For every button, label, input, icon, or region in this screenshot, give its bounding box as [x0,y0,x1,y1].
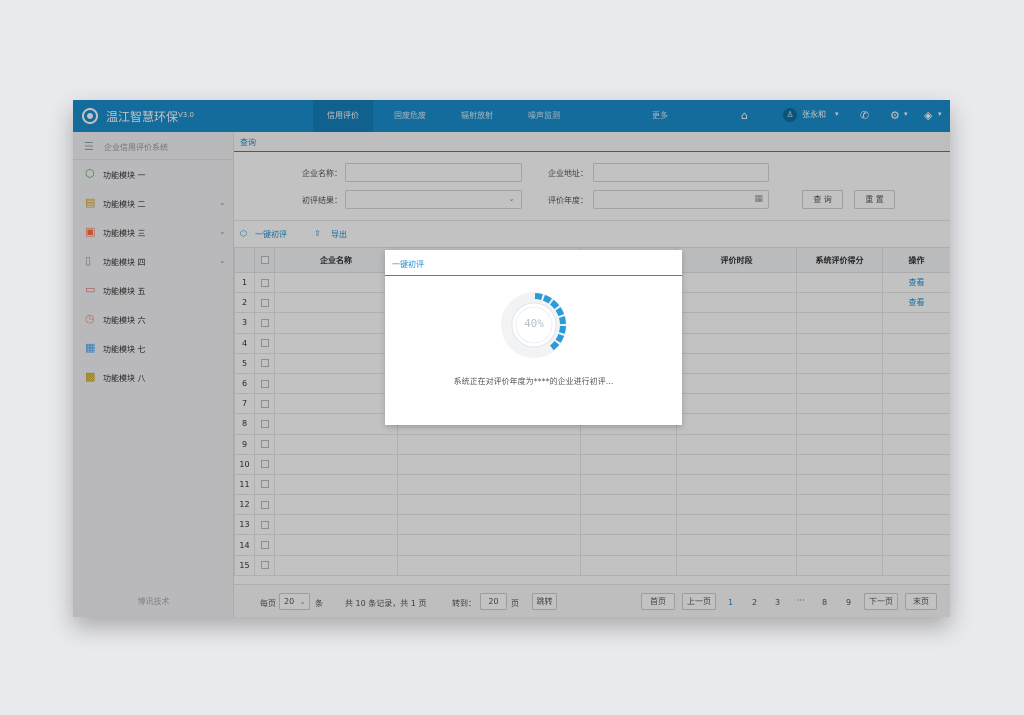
progress-message: 系统正在对评价年度为****的企业进行初评... [453,377,614,386]
progress-percent: 40% [524,317,544,330]
dialog-header: 一键初评 [385,250,682,276]
app-window: 温江智慧环保 V3.0 信用评价 固废危废 辐射放射 噪声监测 更多 ⌂ ♙ 张… [73,100,950,617]
progress-dialog: 一键初评 40% 系统正在对评价年度为****的企业进行初评... [385,250,682,425]
dialog-title: 一键初评 [392,260,424,269]
